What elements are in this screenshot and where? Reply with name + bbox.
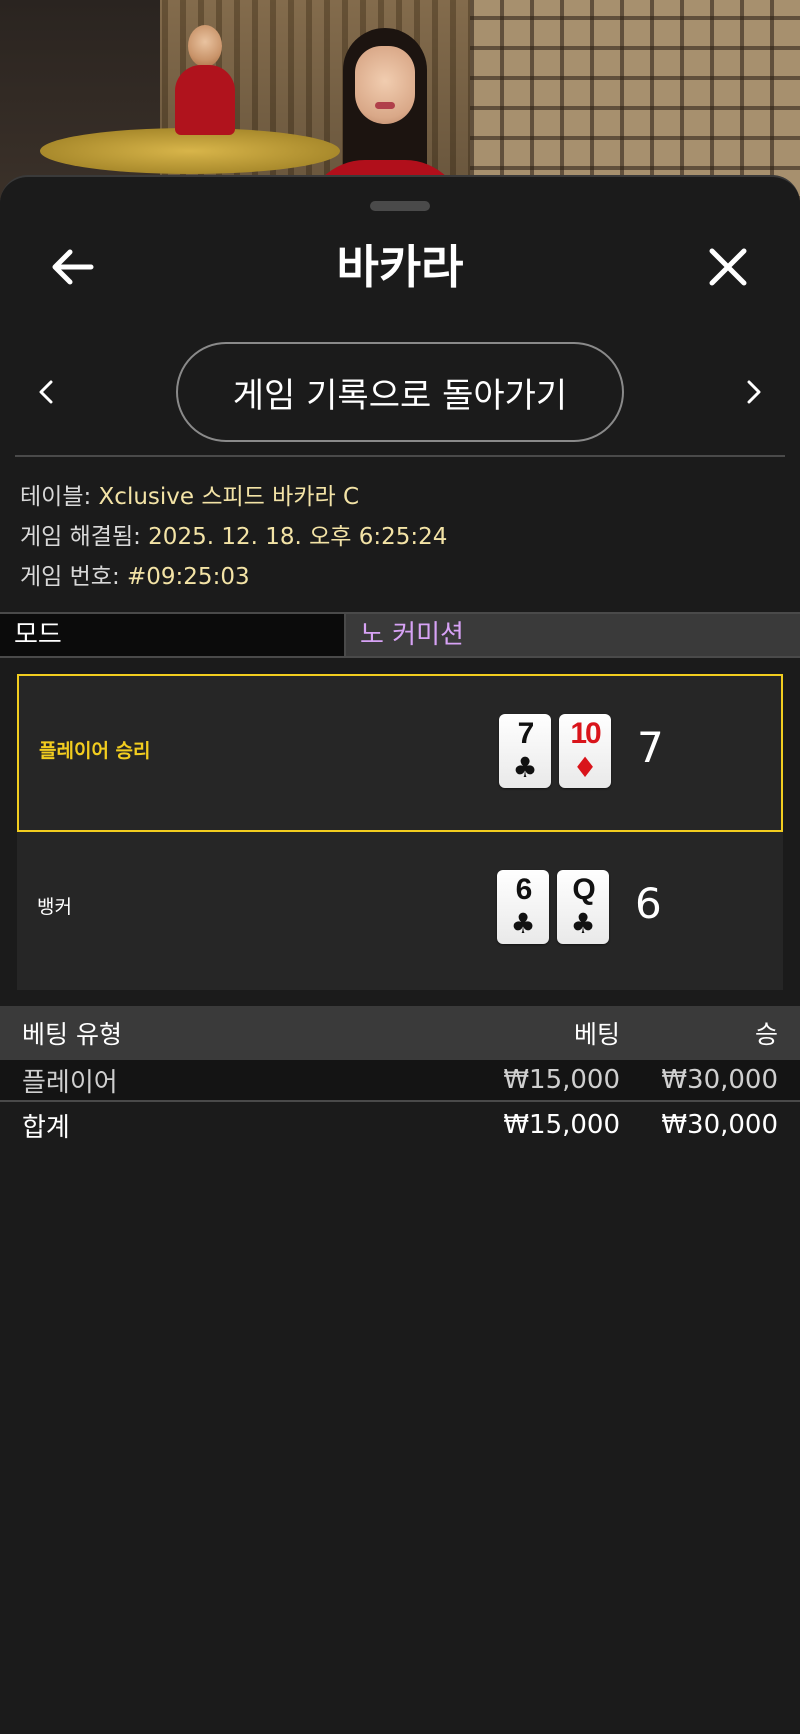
card-rank: 7 [517,717,535,750]
table-label: 테이블: [20,484,99,510]
close-button[interactable] [700,239,756,295]
mode-row: 모드 노 커미션 [0,612,800,658]
bet-table: 베팅 유형 베팅 승 플레이어 ₩15,000 ₩30,000 합계 ₩15,0… [0,1006,800,1148]
arrow-left-icon [52,249,94,285]
banker-score: 6 [635,879,662,928]
bet-type-cell: 플레이어 [22,1067,118,1098]
total-win: ₩30,000 [661,1110,778,1140]
hands-panel: 플레이어 승리 7 ♣ 10 ♦ 7 뱅커 6 ♣ Q ♣ 6 [17,674,783,990]
next-game-button[interactable] [734,370,774,414]
playing-card: 6 ♣ [497,870,549,944]
player-hand: 플레이어 승리 7 ♣ 10 ♦ 7 [17,674,783,832]
bet-amount-cell: ₩15,000 [503,1065,620,1095]
win-amount-header: 승 [754,1020,778,1049]
playing-card: 10 ♦ [559,714,611,788]
playing-card: 7 ♣ [499,714,551,788]
divider [15,455,785,457]
resolved-value: 2025. 12. 18. 오후 6:25:24 [148,524,448,550]
playing-card: Q ♣ [557,870,609,944]
total-label: 합계 [22,1112,70,1143]
dealer [305,20,465,200]
player-result-label: 플레이어 승리 [39,740,151,762]
page-title: 바카라 [336,240,464,294]
game-number-info: 게임 번호: #09:25:03 [20,557,780,597]
live-dealer-video [0,0,800,200]
win-amount-cell: ₩30,000 [661,1065,778,1095]
bet-table-header: 베팅 유형 베팅 승 [0,1006,800,1060]
club-suit-icon: ♣ [510,907,536,940]
game-number-label: 게임 번호: [20,564,128,590]
diamond-suit-icon: ♦ [572,751,598,784]
chevron-left-icon [39,380,53,404]
resolved-info: 게임 해결됨: 2025. 12. 18. 오후 6:25:24 [20,517,780,557]
game-history-sheet: 바카라 게임 기록으로 돌아가기 테이블: Xclusive 스피드 바카라 C… [0,175,800,1734]
table-value: Xclusive 스피드 바카라 C [98,484,360,510]
banker-hand: 뱅커 6 ♣ Q ♣ 6 [17,832,783,990]
background-dealer [175,25,235,135]
club-suit-icon: ♣ [570,907,596,940]
table-row: 플레이어 ₩15,000 ₩30,000 [0,1060,800,1102]
player-cards: 7 ♣ 10 ♦ [499,714,611,788]
game-info: 테이블: Xclusive 스피드 바카라 C 게임 해결됨: 2025. 12… [20,477,780,597]
card-rank: 6 [515,873,533,906]
banker-cards: 6 ♣ Q ♣ [497,870,609,944]
game-number-value: #09:25:03 [127,564,250,590]
background-lattice [470,0,800,200]
resolved-label: 게임 해결됨: [20,524,149,550]
back-to-history-button[interactable]: 게임 기록으로 돌아가기 [176,342,624,442]
banker-label: 뱅커 [37,896,72,918]
chevron-right-icon [747,380,761,404]
close-icon [709,248,747,286]
mode-value: 노 커미션 [346,614,800,656]
total-bet: ₩15,000 [503,1110,620,1140]
bet-amount-header: 베팅 [573,1020,620,1049]
card-rank: Q [572,873,595,906]
bet-type-header: 베팅 유형 [22,1020,122,1049]
player-score: 7 [637,723,664,772]
club-suit-icon: ♣ [512,751,538,784]
sheet-grabber[interactable] [370,201,430,211]
mode-label: 모드 [0,614,346,656]
card-rank: 10 [570,717,601,750]
total-row: 합계 ₩15,000 ₩30,000 [0,1102,800,1148]
previous-game-button[interactable] [26,370,66,414]
sheet-header: 바카라 [0,217,800,327]
history-nav: 게임 기록으로 돌아가기 [0,342,800,442]
table-info: 테이블: Xclusive 스피드 바카라 C [20,477,780,517]
back-button[interactable] [44,239,100,295]
